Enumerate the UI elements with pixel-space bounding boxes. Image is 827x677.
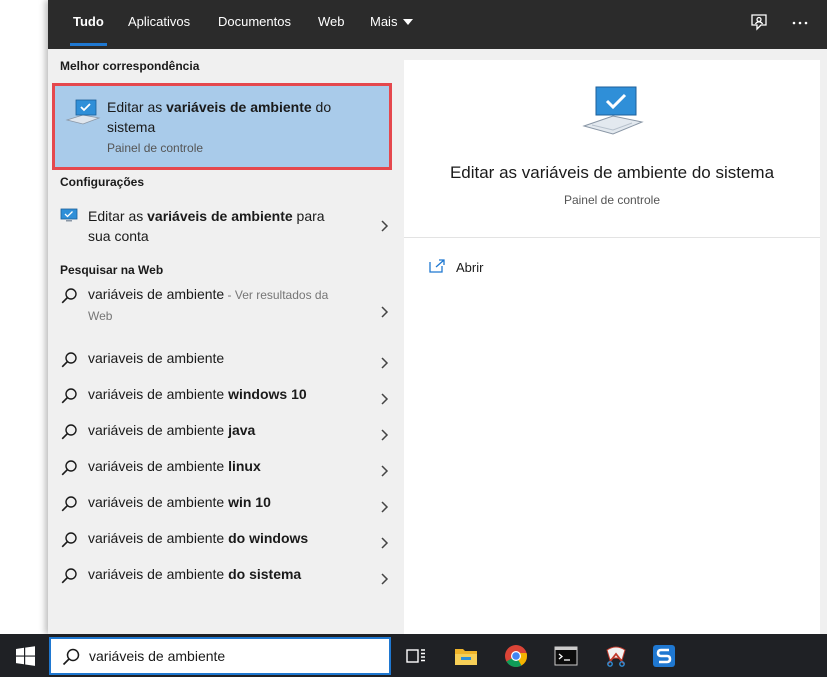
web-result-text: variaveis de ambiente <box>88 348 343 368</box>
web-result-query: variáveis de ambiente <box>88 494 229 510</box>
search-icon <box>61 288 77 304</box>
chevron-right-icon <box>381 220 389 232</box>
search-icon <box>62 648 80 666</box>
search-icon <box>61 532 77 548</box>
section-settings: Configurações <box>60 175 145 189</box>
web-result-query: variaveis de ambiente <box>88 350 225 366</box>
search-input[interactable]: variáveis de ambiente <box>89 648 225 664</box>
web-result-text: variáveis de ambiente - Ver resultados d… <box>88 284 343 326</box>
results-list: Melhor correspondência Editar as variáve… <box>48 49 403 634</box>
search-scope-tabs: Tudo Aplicativos Documentos Web Mais <box>48 0 827 49</box>
web-result-item[interactable]: variáveis de ambiente do windows <box>48 525 403 561</box>
chevron-right-icon <box>381 393 389 405</box>
search-panel: Tudo Aplicativos Documentos Web Mais Mel… <box>48 0 827 634</box>
search-icon <box>61 424 77 440</box>
web-result-item[interactable]: variáveis de ambiente do sistema <box>48 561 403 597</box>
file-explorer-icon[interactable] <box>452 642 480 670</box>
preview-title: Editar as variáveis de ambiente do siste… <box>449 163 775 182</box>
web-result-query: variáveis de ambiente <box>88 458 229 474</box>
preview-subtitle: Painel de controle <box>563 193 661 207</box>
web-result-query: variáveis de ambiente <box>88 566 229 582</box>
search-icon <box>61 496 77 512</box>
tab-more-label: Mais <box>370 14 398 29</box>
taskbar: variáveis de ambiente <box>0 634 827 677</box>
best-match-title-bold: variáveis de ambiente <box>166 99 312 115</box>
tab-web[interactable]: Web <box>318 0 345 49</box>
chevron-right-icon <box>381 429 389 441</box>
task-view-icon[interactable] <box>402 642 430 670</box>
web-result-text: variáveis de ambiente java <box>88 420 343 440</box>
web-result-suggestion: win 10 <box>228 494 271 510</box>
section-best-match: Melhor correspondência <box>60 59 200 73</box>
preview-pane: Editar as variáveis de ambiente do siste… <box>404 60 820 634</box>
web-result-text: variáveis de ambiente do sistema <box>88 564 343 584</box>
feedback-icon[interactable] <box>748 12 770 34</box>
chevron-right-icon <box>381 357 389 369</box>
app-s-icon[interactable] <box>650 642 678 670</box>
web-result-item[interactable]: variáveis de ambiente linux <box>48 453 403 489</box>
web-result-item[interactable]: variáveis de ambiente java <box>48 417 403 453</box>
web-result-suggestion: java <box>228 422 256 438</box>
windows-start-icon[interactable] <box>11 642 39 670</box>
best-match-subtitle: Painel de controle <box>107 141 204 155</box>
settings-text-bold: variáveis de ambiente <box>147 208 293 224</box>
web-result-item[interactable]: variáveis de ambiente - Ver resultados d… <box>48 281 403 333</box>
web-result-text: variáveis de ambiente windows 10 <box>88 384 343 404</box>
web-result-query: variáveis de ambiente <box>88 386 229 402</box>
monitor-icon <box>60 208 78 222</box>
best-match-title: Editar as variáveis de ambiente do siste… <box>107 97 377 137</box>
web-result-query: variáveis de ambiente <box>88 286 225 302</box>
web-result-text: variáveis de ambiente linux <box>88 456 343 476</box>
desktop: Tudo Aplicativos Documentos Web Mais Mel… <box>0 0 827 677</box>
web-result-item[interactable]: variáveis de ambiente win 10 <box>48 489 403 525</box>
web-result-text: variáveis de ambiente win 10 <box>88 492 343 512</box>
settings-text-pre: Editar as <box>88 208 148 224</box>
web-result-text: variáveis de ambiente do windows <box>88 528 343 548</box>
chevron-down-icon <box>403 19 414 25</box>
web-result-query: variáveis de ambiente <box>88 530 229 546</box>
taskbar-search-box[interactable]: variáveis de ambiente <box>49 637 391 675</box>
chevron-right-icon <box>381 501 389 513</box>
web-result-item[interactable]: variáveis de ambiente windows 10 <box>48 381 403 417</box>
web-result-suggestion: windows 10 <box>228 386 307 402</box>
best-match-item[interactable]: Editar as variáveis de ambiente do siste… <box>52 83 392 170</box>
tab-apps[interactable]: Aplicativos <box>128 0 190 49</box>
open-label: Abrir <box>456 260 484 275</box>
web-result-suggestion: do windows <box>228 530 309 546</box>
snipping-tool-icon[interactable] <box>602 642 630 670</box>
tab-more[interactable]: Mais <box>370 0 414 49</box>
web-result-item[interactable]: variaveis de ambiente <box>48 345 403 381</box>
web-result-query: variáveis de ambiente <box>88 422 229 438</box>
tab-all[interactable]: Tudo <box>70 0 107 49</box>
chevron-right-icon <box>381 573 389 585</box>
system-settings-icon <box>65 98 101 133</box>
chevron-right-icon <box>381 465 389 477</box>
chevron-right-icon <box>381 537 389 549</box>
terminal-icon[interactable] <box>552 642 580 670</box>
web-result-suggestion: do sistema <box>228 566 302 582</box>
search-icon <box>61 388 77 404</box>
divider <box>404 237 820 238</box>
settings-result-text: Editar as variáveis de ambiente para sua… <box>88 206 348 246</box>
section-web: Pesquisar na Web <box>60 263 164 277</box>
open-icon <box>429 259 445 273</box>
search-icon <box>61 352 77 368</box>
system-settings-large-icon <box>582 86 644 135</box>
search-icon <box>61 460 77 476</box>
chevron-right-icon <box>381 306 389 318</box>
tab-documents[interactable]: Documentos <box>218 0 291 49</box>
web-result-suggestion: linux <box>228 458 261 474</box>
search-icon <box>61 568 77 584</box>
best-match-title-pre: Editar as <box>107 99 167 115</box>
chrome-icon[interactable] <box>502 642 530 670</box>
more-options-icon[interactable] <box>789 12 811 34</box>
settings-result-item[interactable]: Editar as variáveis de ambiente para sua… <box>48 202 403 246</box>
